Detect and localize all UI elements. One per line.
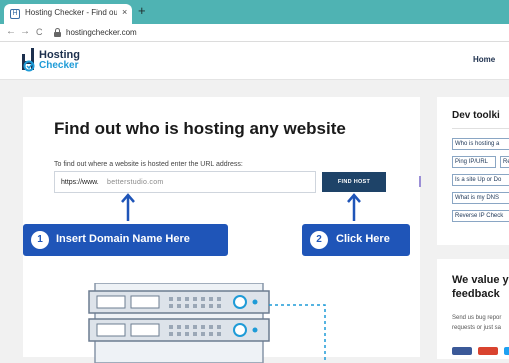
find-host-button[interactable]: FIND HOST: [322, 172, 386, 192]
url-field[interactable]: hostingchecker.com: [54, 26, 509, 40]
up-arrow-icon: [121, 193, 135, 221]
url-text: hostingchecker.com: [66, 28, 137, 37]
tab-title: Hosting Checker - Find out who: [25, 8, 117, 17]
logo-text-checker: Checker: [39, 60, 79, 71]
page-title: Find out who is hosting any website: [54, 119, 346, 138]
feedback-card: We value y feedback Send us bug repor re…: [437, 259, 509, 359]
callout-insert-domain: 1 Insert Domain Name Here: [23, 224, 228, 256]
feedback-text-line: requests or just sa: [452, 325, 502, 331]
close-icon[interactable]: ×: [122, 7, 127, 17]
feedback-text: Send us bug repor requests or just sa: [452, 313, 509, 333]
favicon-icon: H: [10, 9, 20, 19]
reload-icon[interactable]: C: [36, 27, 43, 37]
tool-link-reverse-ip[interactable]: Reverse IP Check: [452, 210, 509, 222]
cursor-marker: [419, 176, 421, 187]
forward-icon[interactable]: →: [20, 26, 30, 37]
feedback-text-line: Send us bug repor: [452, 315, 502, 321]
dev-toolkit-title: Dev toolki: [452, 110, 500, 121]
logo-icon: [22, 48, 35, 72]
input-prefix: https://www.: [61, 179, 99, 186]
server-illustration: [88, 283, 326, 363]
divider: [452, 128, 509, 129]
tool-link-re[interactable]: Re: [500, 156, 509, 168]
browser-tab-bar: H Hosting Checker - Find out who × +: [0, 0, 509, 24]
callout-click-here: 2 Click Here: [302, 224, 410, 256]
back-icon[interactable]: ←: [6, 26, 16, 37]
facebook-icon[interactable]: [452, 347, 472, 355]
domain-input[interactable]: https://www. betterstudio.com: [54, 171, 316, 193]
new-tab-button[interactable]: +: [138, 4, 146, 18]
input-value: betterstudio.com: [107, 179, 164, 186]
tool-link-dns[interactable]: What is my DNS: [452, 192, 509, 204]
tool-link-ping[interactable]: Ping IP/URL: [452, 156, 496, 168]
google-icon[interactable]: [478, 347, 498, 355]
twitter-icon[interactable]: [504, 347, 509, 355]
url-hint-text: To find out where a website is hosted en…: [54, 161, 243, 168]
nav-home-link[interactable]: Home: [473, 55, 495, 64]
up-arrow-icon: [347, 193, 361, 221]
tool-link-who-is-hosting[interactable]: Who is hosting a: [452, 138, 509, 150]
callout-label: Click Here: [336, 233, 390, 245]
lock-icon: [54, 28, 61, 37]
callout-number: 1: [31, 231, 49, 249]
address-bar: ← → C hostingchecker.com: [0, 24, 509, 42]
feedback-title: We value y feedback: [452, 274, 509, 300]
tool-link-site-up[interactable]: Is a site Up or Do: [452, 174, 509, 186]
callout-number: 2: [310, 231, 328, 249]
dev-toolkit-card: Dev toolki Who is hosting a Ping IP/URL …: [437, 97, 509, 245]
callout-label: Insert Domain Name Here: [56, 233, 190, 245]
browser-tab[interactable]: H Hosting Checker - Find out who ×: [4, 4, 132, 24]
